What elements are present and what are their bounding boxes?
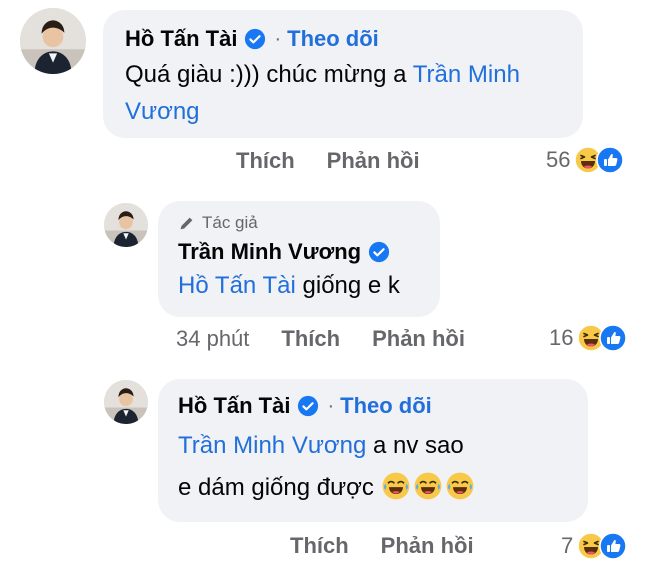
comment-text: Quá giàu :))) chúc mừng a Trần Minh Vươn… bbox=[125, 56, 561, 130]
author-tag-label: Tác giả bbox=[202, 213, 258, 232]
comment-bubble: Hồ Tấn Tài · Theo dõi Quá giàu :))) chúc… bbox=[103, 10, 583, 138]
follow-link[interactable]: Theo dõi bbox=[340, 393, 432, 419]
like-button[interactable]: Thích bbox=[281, 326, 340, 352]
like-button[interactable]: Thích bbox=[236, 148, 295, 174]
comment-timestamp[interactable]: 34 phút bbox=[176, 326, 249, 352]
user-photo bbox=[104, 203, 148, 247]
comment-actions: Thích Phản hồi bbox=[236, 148, 452, 174]
verified-badge-icon bbox=[297, 395, 319, 417]
mention-link[interactable]: Hồ Tấn Tài bbox=[178, 272, 296, 299]
reaction-summary[interactable]: 7 bbox=[561, 532, 627, 560]
comment-actions: 34 phút Thích Phản hồi bbox=[176, 326, 497, 352]
reaction-summary[interactable]: 16 bbox=[549, 324, 627, 352]
comment-body: giống e k bbox=[295, 272, 400, 299]
mention-link[interactable]: Trần Minh Vương bbox=[178, 432, 366, 459]
avatar[interactable] bbox=[104, 380, 148, 424]
like-thumb-icon bbox=[596, 146, 624, 174]
author-name[interactable]: Hồ Tấn Tài bbox=[178, 393, 290, 419]
verified-badge-icon bbox=[244, 28, 266, 50]
comment-actions: Thích Phản hồi bbox=[290, 533, 506, 559]
comment-header: Trần Minh Vương bbox=[178, 239, 420, 265]
reaction-count: 7 bbox=[561, 533, 574, 558]
like-thumb-icon bbox=[599, 324, 627, 352]
laughing-tears-emoji-icon bbox=[445, 471, 475, 501]
separator-dot: · bbox=[327, 394, 335, 417]
user-photo bbox=[20, 8, 86, 74]
laughing-tears-emoji-icon bbox=[381, 471, 411, 501]
comment-text: Trần Minh Vương a nv sao e dám giống đượ… bbox=[178, 425, 478, 509]
user-photo bbox=[104, 380, 148, 424]
follow-link[interactable]: Theo dõi bbox=[287, 26, 379, 52]
pencil-icon bbox=[178, 214, 196, 232]
reply-button[interactable]: Phản hồi bbox=[327, 148, 420, 174]
reaction-count: 16 bbox=[549, 325, 574, 350]
verified-badge-icon bbox=[368, 241, 390, 263]
comment-header: Hồ Tấn Tài · Theo dõi bbox=[178, 393, 568, 419]
comment-text: Hồ Tấn Tài giống e k bbox=[178, 267, 420, 304]
avatar[interactable] bbox=[104, 203, 148, 247]
reply-button[interactable]: Phản hồi bbox=[381, 533, 474, 559]
laughing-tears-emoji-icon bbox=[413, 471, 443, 501]
avatar[interactable] bbox=[20, 8, 86, 74]
comment-header: Hồ Tấn Tài · Theo dõi bbox=[125, 26, 561, 52]
separator-dot: · bbox=[274, 27, 282, 50]
author-name[interactable]: Hồ Tấn Tài bbox=[125, 26, 237, 52]
reaction-summary[interactable]: 56 bbox=[546, 146, 624, 174]
author-tag: Tác giả bbox=[178, 213, 420, 233]
reply-button[interactable]: Phản hồi bbox=[372, 326, 465, 352]
like-thumb-icon bbox=[599, 532, 627, 560]
comment-body: Quá giàu :))) chúc mừng a bbox=[125, 61, 413, 88]
like-button[interactable]: Thích bbox=[290, 533, 349, 559]
reaction-count: 56 bbox=[546, 147, 571, 172]
comment-bubble: Tác giả Trần Minh Vương Hồ Tấn Tài giống… bbox=[158, 201, 440, 317]
comment-bubble: Hồ Tấn Tài · Theo dõi Trần Minh Vương a … bbox=[158, 379, 588, 522]
author-name[interactable]: Trần Minh Vương bbox=[178, 239, 361, 265]
